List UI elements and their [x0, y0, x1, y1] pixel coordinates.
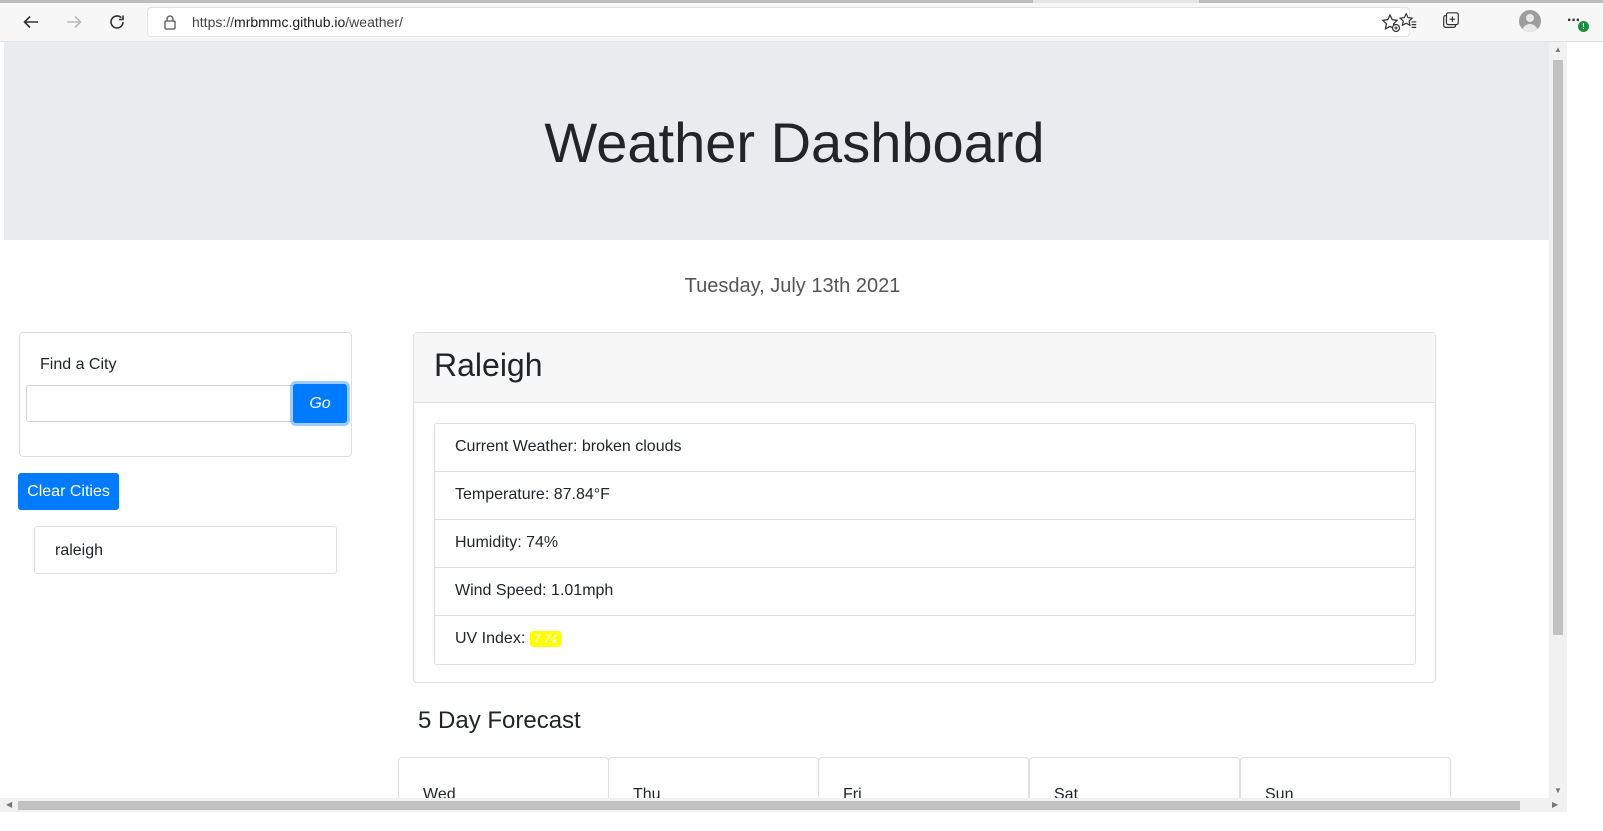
weather-details-list: Current Weather: broken clouds Temperatu…: [434, 423, 1416, 665]
vertical-scroll-thumb[interactable]: [1553, 60, 1563, 635]
tab-strip: [0, 0, 1603, 3]
vertical-scrollbar[interactable]: ▲ ▼: [1549, 42, 1567, 798]
weather-card-header: Raleigh: [414, 333, 1435, 403]
url-text: https://mrbmmc.github.io/weather/: [192, 14, 403, 30]
history-city-item[interactable]: raleigh: [34, 526, 337, 574]
refresh-icon: [110, 15, 124, 29]
forecast-title: 5 Day Forecast: [418, 707, 581, 734]
page-viewport: Weather Dashboard Tuesday, July 13th 202…: [0, 42, 1585, 814]
horizontal-scrollbar[interactable]: ◀ ▶: [0, 798, 1567, 812]
lock-icon: [164, 15, 176, 30]
temperature-item: Temperature: 87.84°F: [435, 472, 1415, 520]
scroll-up-icon[interactable]: ▲: [1554, 45, 1562, 54]
city-search-input[interactable]: [26, 385, 294, 422]
go-button[interactable]: Go: [293, 384, 347, 423]
scroll-down-icon[interactable]: ▼: [1554, 786, 1562, 795]
browser-toolbar: https://mrbmmc.github.io/weather/ ··· !: [0, 0, 1603, 42]
city-name: Raleigh: [434, 347, 543, 383]
back-icon: [23, 15, 38, 29]
current-weather-item: Current Weather: broken clouds: [435, 424, 1415, 472]
page-title: Weather Dashboard: [544, 111, 1045, 174]
search-label: Find a City: [40, 356, 117, 373]
humidity-item: Humidity: 74%: [435, 520, 1415, 568]
horizontal-scroll-thumb[interactable]: [18, 801, 1520, 810]
clear-cities-button[interactable]: Clear Cities: [18, 473, 119, 510]
scroll-right-icon[interactable]: ▶: [1552, 800, 1558, 809]
forward-button[interactable]: [59, 7, 89, 37]
address-bar[interactable]: https://mrbmmc.github.io/weather/: [147, 7, 1410, 37]
search-card: Find a City Go: [19, 332, 352, 457]
current-date: Tuesday, July 13th 2021: [684, 275, 901, 297]
favorites-button[interactable]: [1397, 10, 1419, 32]
window-edge: [1567, 42, 1603, 831]
wind-speed-item: Wind Speed: 1.01mph: [435, 568, 1415, 616]
scroll-left-icon[interactable]: ◀: [6, 800, 12, 809]
uv-index-item: UV Index: 7.74: [435, 616, 1415, 664]
uv-index-badge: 7.74: [529, 631, 562, 647]
collections-button[interactable]: [1440, 10, 1462, 32]
window-bottom-edge: [0, 812, 1603, 831]
back-button[interactable]: [16, 7, 46, 37]
favorites-icon: [1398, 12, 1417, 28]
notification-badge: !: [1578, 21, 1589, 32]
uv-index-label: UV Index:: [455, 630, 530, 647]
tab-indicator: [1199, 0, 1603, 3]
profile-icon[interactable]: [1519, 10, 1541, 32]
forward-icon: [67, 15, 82, 29]
collections-icon: [1443, 12, 1459, 28]
refresh-button[interactable]: [102, 7, 132, 37]
header-jumbotron: Weather Dashboard: [4, 42, 1585, 240]
tab-indicator: [0, 0, 1033, 3]
current-weather-card: Raleigh Current Weather: broken clouds T…: [413, 332, 1436, 683]
